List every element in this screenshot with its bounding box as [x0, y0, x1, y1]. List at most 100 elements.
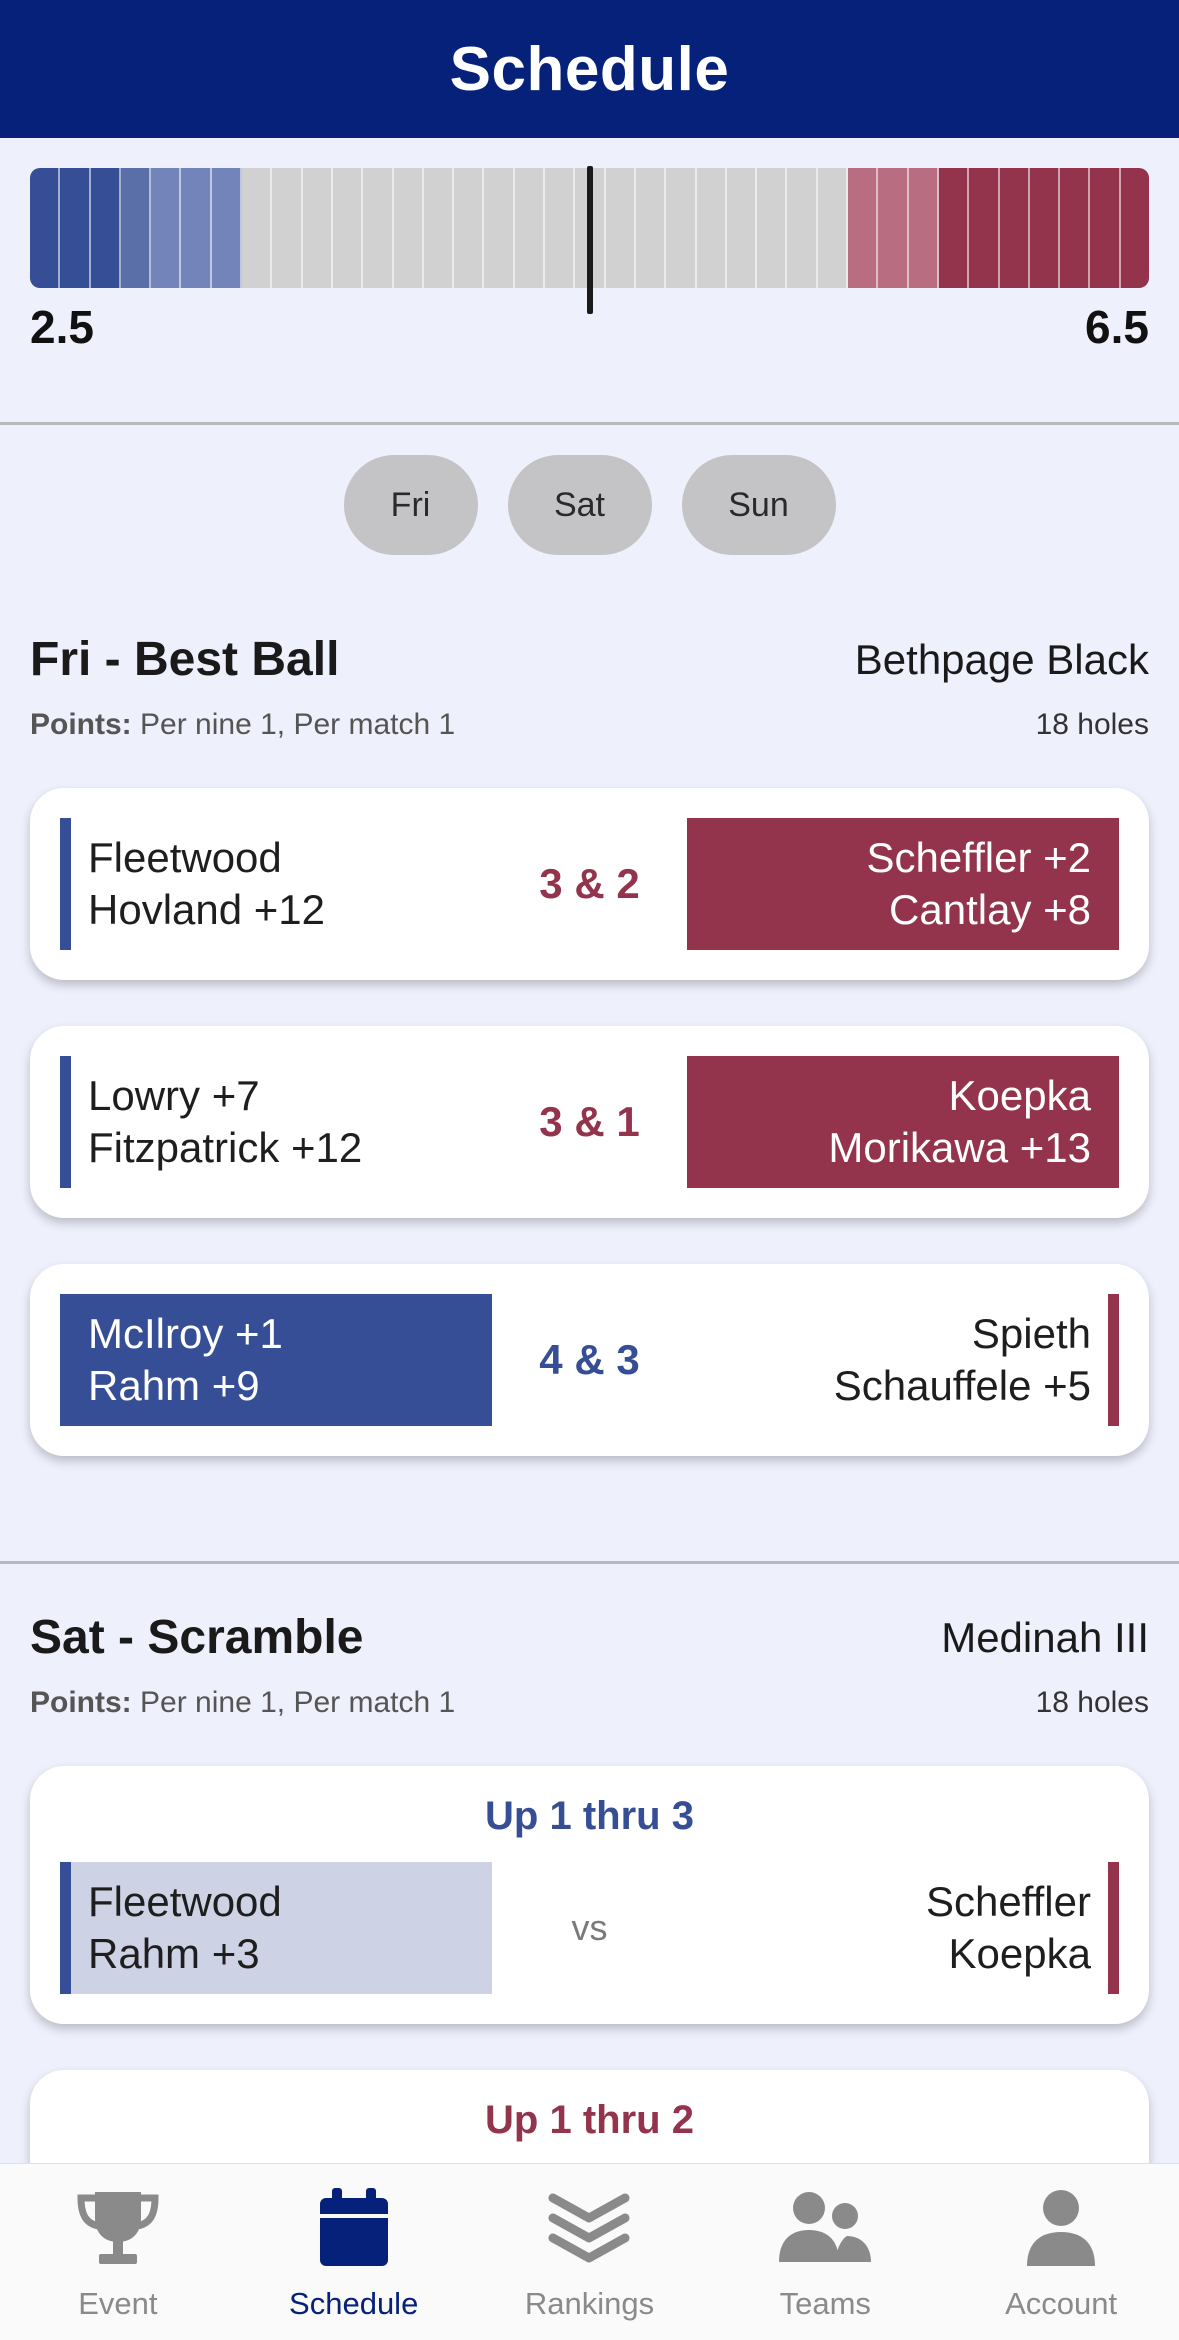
score-bar-segment	[242, 168, 273, 288]
match-card[interactable]: Up 1 thru 3 Fleetwood Rahm +3 vs Scheffl…	[30, 1766, 1149, 2024]
player-name: Morikawa +13	[828, 1124, 1091, 1171]
score-bar-midpoint-marker	[587, 166, 593, 314]
nav-rankings[interactable]: Rankings	[472, 2164, 708, 2340]
points-value: Per nine 1, Per match 1	[140, 1686, 456, 1719]
divider	[0, 1561, 1179, 1564]
score-bar-segment	[545, 168, 576, 288]
holes-count: 18 holes	[1035, 1686, 1149, 1719]
score-bar-segment	[1029, 168, 1061, 288]
points-info: Points: Per nine 1, Per match 1	[30, 708, 455, 742]
day-pill-sun[interactable]: Sun	[681, 455, 836, 555]
match-result: 4 & 3	[539, 1336, 640, 1383]
score-bar-segment	[908, 168, 939, 288]
team-left: Fleetwood Hovland +12	[60, 818, 492, 950]
player-name: Hovland +12	[88, 886, 326, 933]
score-bar-segment	[1120, 168, 1149, 288]
page-title: Schedule	[449, 34, 730, 104]
player-name: Lowry +7	[88, 1072, 260, 1119]
nav-account[interactable]: Account	[943, 2164, 1179, 2340]
player-name: Spieth	[971, 1310, 1091, 1357]
score-bar-segment	[393, 168, 424, 288]
score-bar-segment	[181, 168, 212, 288]
score-bar-segment	[605, 168, 636, 288]
nav-label: Rankings	[524, 2286, 655, 2321]
team-red-score: 6.5	[1085, 301, 1149, 353]
player-name: Schauffele +5	[833, 1362, 1091, 1409]
score-bar-segment	[757, 168, 788, 288]
score-bar-segment	[848, 168, 879, 288]
score-bar-segment	[969, 168, 1000, 288]
score-bar-segment	[60, 168, 91, 288]
team-blue-score: 2.5	[30, 301, 94, 353]
trophy-icon	[70, 2180, 166, 2276]
match-status: Up 1 thru 2	[485, 2098, 694, 2142]
team-right: Spieth Schauffele +5	[687, 1294, 1119, 1426]
team-right-winner: Scheffler +2 Cantlay +8	[687, 818, 1119, 950]
score-bar-segment	[363, 168, 394, 288]
score-bar-segment	[635, 168, 667, 288]
calendar-icon	[306, 2180, 402, 2276]
versus-label: vs	[571, 1907, 608, 1948]
score-bar-segment	[999, 168, 1030, 288]
section-title: Sat - Scramble	[30, 1611, 364, 1664]
nav-event[interactable]: Event	[0, 2164, 236, 2340]
score-bar-segment	[423, 168, 455, 288]
match-result: 3 & 2	[539, 860, 640, 907]
nav-schedule[interactable]: Schedule	[236, 2164, 472, 2340]
nav-label: Event	[78, 2286, 158, 2321]
player-name: Fleetwood	[88, 1878, 282, 1925]
team-left: Lowry +7 Fitzpatrick +12	[60, 1056, 492, 1188]
score-bar-segment	[332, 168, 364, 288]
points-label: Points:	[30, 708, 132, 741]
day-pill-sat[interactable]: Sat	[507, 455, 652, 555]
points-info: Points: Per nine 1, Per match 1	[30, 1686, 455, 1720]
player-name: Scheffler	[926, 1878, 1091, 1925]
score-bar-segment	[878, 168, 909, 288]
nav-label: Account	[1005, 2286, 1118, 2321]
match-card[interactable]: McIlroy +1 Rahm +9 4 & 3 Spieth Schauffe…	[30, 1264, 1149, 1456]
match-result: 3 & 1	[539, 1098, 640, 1145]
score-bar-segment	[211, 168, 243, 288]
nav-label: Schedule	[289, 2286, 419, 2321]
player-name: Scheffler +2	[866, 834, 1091, 881]
divider	[0, 422, 1179, 425]
player-name: Fleetwood	[88, 834, 282, 881]
player-name: Cantlay +8	[889, 886, 1091, 933]
score-bar-segment	[938, 168, 970, 288]
nav-teams[interactable]: Teams	[707, 2164, 943, 2340]
score-bar-segment	[726, 168, 758, 288]
users-icon	[777, 2180, 873, 2276]
score-bar-segment	[1060, 168, 1091, 288]
score-bar-segment	[120, 168, 152, 288]
score-bar-segment	[787, 168, 818, 288]
score-bar-segment	[1090, 168, 1121, 288]
player-name: Rahm +9	[88, 1362, 260, 1409]
course-name: Medinah III	[941, 1614, 1149, 1661]
course-name: Bethpage Black	[854, 636, 1149, 683]
nav-label: Teams	[779, 2286, 871, 2321]
team-right-winner: Koepka Morikawa +13	[687, 1056, 1119, 1188]
player-name: Koepka	[948, 1072, 1091, 1119]
score-bar-segment	[666, 168, 697, 288]
bottom-nav: Event Schedule Rankings Teams Account	[0, 2163, 1179, 2340]
holes-count: 18 holes	[1035, 708, 1149, 741]
score-bar-segment	[514, 168, 546, 288]
day-filter: Fri Sat Sun	[0, 455, 1179, 555]
match-status: Up 1 thru 3	[485, 1794, 694, 1838]
team-left-leading: Fleetwood Rahm +3	[60, 1862, 492, 1994]
player-name: McIlroy +1	[88, 1310, 283, 1357]
player-name: Koepka	[948, 1930, 1091, 1977]
team-left-winner: McIlroy +1 Rahm +9	[60, 1294, 492, 1426]
team-right: Scheffler Koepka	[687, 1862, 1119, 1994]
day-pill-fri[interactable]: Fri	[343, 455, 478, 555]
score-bar-segment	[696, 168, 727, 288]
score-bar-segment	[30, 168, 61, 288]
score-bar-segment	[151, 168, 182, 288]
score-bar-segment	[817, 168, 849, 288]
layers-icon	[541, 2180, 637, 2276]
score-bar-segment	[302, 168, 333, 288]
match-card[interactable]: Fleetwood Hovland +12 3 & 2 Scheffler +2…	[30, 788, 1149, 980]
score-bar-segment	[272, 168, 303, 288]
match-card[interactable]: Lowry +7 Fitzpatrick +12 3 & 1 Koepka Mo…	[30, 1026, 1149, 1218]
score-bar-segment	[454, 168, 485, 288]
